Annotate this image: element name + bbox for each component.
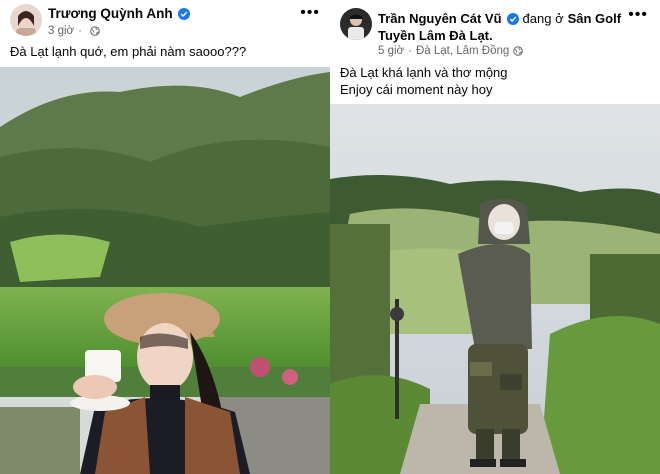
globe-icon (90, 26, 100, 36)
post-time[interactable]: 5 giờ (378, 45, 404, 57)
post-photo[interactable] (0, 67, 330, 474)
globe-icon (513, 46, 524, 56)
more-horizontal-icon[interactable]: ••• (300, 4, 320, 22)
author-avatar[interactable] (10, 4, 42, 36)
author-avatar[interactable] (340, 8, 372, 40)
post-meta: 5 giờ · Đà Lạt, Lâm Đồng (378, 45, 524, 57)
post-time[interactable]: 3 giờ (48, 25, 74, 37)
checkin-place[interactable]: Sân Golf (568, 11, 621, 26)
meta-separator: · (408, 45, 412, 57)
post-right: Trần Nguyên Cát Vũ đang ở Sân Golf Tuyền… (330, 0, 660, 474)
verified-badge-icon (177, 7, 190, 20)
post-caption: Đà Lạt lạnh quớ, em phải nàm saooo??? (10, 44, 247, 59)
post-header: Trần Nguyên Cát Vũ đang ở Sân Golf Tuyền… (330, 0, 660, 57)
author-name[interactable]: Trần Nguyên Cát Vũ (378, 11, 502, 26)
more-horizontal-icon[interactable]: ••• (628, 6, 648, 24)
checkin-prefix: đang ở (522, 11, 564, 26)
post-header: Trương Quỳnh Anh 3 giờ · ••• (0, 0, 330, 40)
verified-badge-icon (506, 12, 519, 25)
caption-line-2: Enjoy cái moment này hoy (340, 82, 493, 97)
post-meta: 3 giờ · (48, 25, 100, 37)
post-location[interactable]: Đà Lạt, Lâm Đồng (416, 45, 509, 57)
author-name[interactable]: Trương Quỳnh Anh (48, 6, 173, 21)
caption-line-1: Đà Lạt khá lạnh và thơ mộng (340, 65, 508, 80)
post-left: Trương Quỳnh Anh 3 giờ · ••• Đà Lạt lạnh… (0, 0, 330, 474)
checkin-place-continued[interactable]: Tuyền Lâm Đà Lạt. (378, 28, 493, 43)
meta-separator: · (78, 25, 82, 37)
post-caption: Đà Lạt khá lạnh và thơ mộng Enjoy cái mo… (340, 64, 508, 98)
post-photo[interactable] (330, 104, 660, 474)
